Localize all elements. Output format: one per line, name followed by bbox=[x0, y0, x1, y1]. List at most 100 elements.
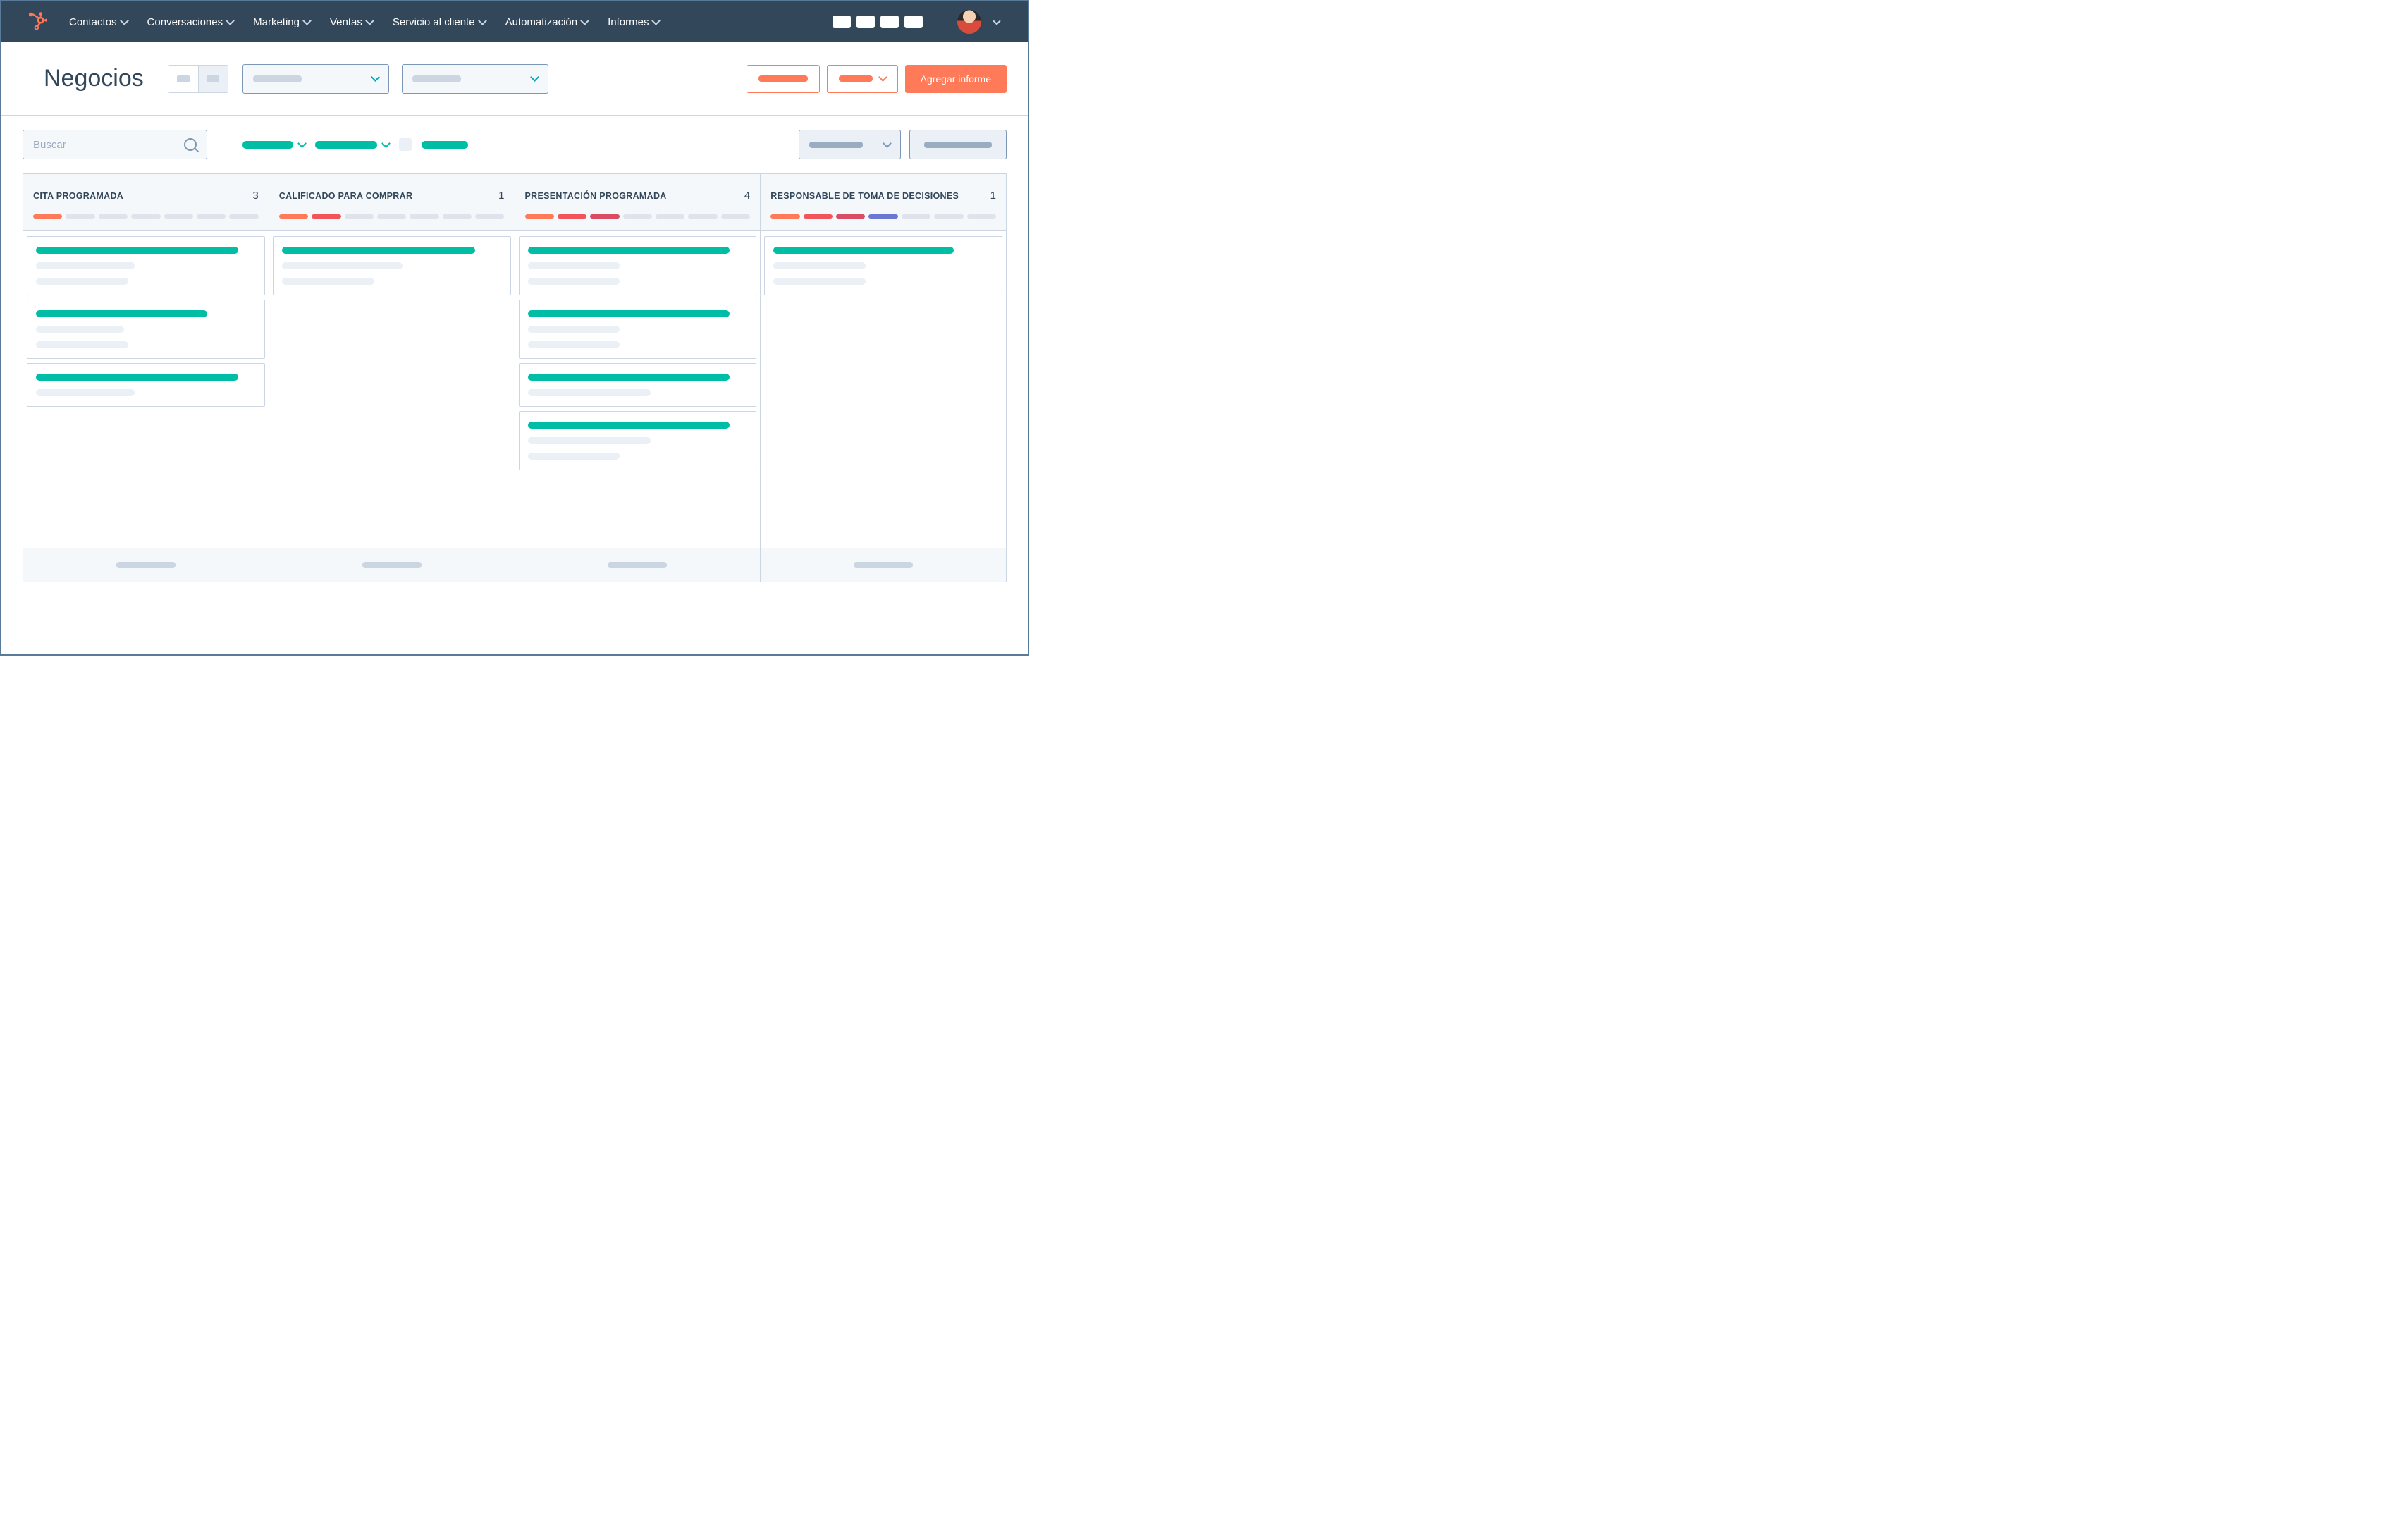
card-line bbox=[773, 247, 954, 254]
card-line bbox=[528, 341, 620, 348]
column-title: CALIFICADO PARA COMPRAR bbox=[279, 191, 413, 201]
filter-3[interactable] bbox=[422, 141, 468, 149]
deal-card[interactable] bbox=[27, 236, 265, 295]
nav-item-informes[interactable]: Informes bbox=[608, 16, 659, 28]
owner-select[interactable] bbox=[402, 64, 548, 94]
chevron-down-icon bbox=[530, 73, 539, 82]
column-body[interactable] bbox=[269, 231, 515, 548]
filter-1[interactable] bbox=[242, 141, 305, 149]
header-action-1[interactable] bbox=[747, 65, 820, 93]
card-line bbox=[528, 262, 620, 269]
nav-item-marketing[interactable]: Marketing bbox=[253, 16, 310, 28]
card-line bbox=[528, 247, 730, 254]
view-list-button[interactable] bbox=[168, 66, 198, 92]
stage-segment bbox=[804, 214, 833, 219]
nav-utilities bbox=[833, 10, 1000, 34]
card-line bbox=[528, 278, 620, 285]
card-line bbox=[528, 453, 620, 460]
deal-card[interactable] bbox=[519, 411, 757, 470]
chevron-down-icon bbox=[120, 16, 129, 25]
top-navigation: Contactos Conversaciones Marketing Venta… bbox=[1, 1, 1028, 42]
stage-segment bbox=[131, 214, 160, 219]
card-line bbox=[36, 389, 135, 396]
card-line bbox=[36, 374, 238, 381]
stage-segment bbox=[377, 214, 406, 219]
filter-2[interactable] bbox=[315, 141, 389, 149]
header-actions: Agregar informe bbox=[747, 65, 1007, 93]
pipeline-select[interactable] bbox=[242, 64, 389, 94]
kanban-column: RESPONSABLE DE TOMA DE DECISIONES1 bbox=[761, 173, 1007, 582]
stage-segment bbox=[558, 214, 586, 219]
deal-card[interactable] bbox=[273, 236, 511, 295]
card-line bbox=[36, 341, 128, 348]
chevron-down-icon bbox=[580, 16, 589, 25]
search-input[interactable] bbox=[33, 139, 160, 151]
nav-utility-1[interactable] bbox=[833, 16, 851, 28]
nav-utility-3[interactable] bbox=[880, 16, 899, 28]
deal-card[interactable] bbox=[519, 300, 757, 359]
nav-item-automatizacion[interactable]: Automatización bbox=[505, 16, 589, 28]
card-line bbox=[282, 278, 374, 285]
header-action-2[interactable] bbox=[827, 65, 898, 93]
nav-utility-4[interactable] bbox=[904, 16, 923, 28]
add-report-button[interactable]: Agregar informe bbox=[905, 65, 1007, 93]
nav-item-ventas[interactable]: Ventas bbox=[330, 16, 373, 28]
nav-utility-2[interactable] bbox=[856, 16, 875, 28]
placeholder bbox=[758, 75, 808, 82]
nav-label: Conversaciones bbox=[147, 16, 223, 28]
user-avatar[interactable] bbox=[957, 10, 981, 34]
nav-item-contactos[interactable]: Contactos bbox=[69, 16, 128, 28]
view-board-button[interactable] bbox=[198, 66, 228, 92]
column-body[interactable] bbox=[23, 231, 269, 548]
card-line bbox=[528, 437, 651, 444]
column-count: 1 bbox=[498, 190, 504, 202]
stage-segment bbox=[33, 214, 62, 219]
column-body[interactable] bbox=[515, 231, 761, 548]
column-body[interactable] bbox=[761, 231, 1006, 548]
stage-segment bbox=[770, 214, 799, 219]
stage-segment bbox=[475, 214, 504, 219]
deal-card[interactable] bbox=[27, 363, 265, 407]
stage-segment bbox=[312, 214, 340, 219]
placeholder bbox=[362, 562, 422, 568]
filter-checkbox[interactable] bbox=[399, 138, 412, 151]
nav-item-conversaciones[interactable]: Conversaciones bbox=[147, 16, 234, 28]
column-count: 4 bbox=[744, 190, 750, 202]
deal-card[interactable] bbox=[27, 300, 265, 359]
column-header: PRESENTACIÓN PROGRAMADA4 bbox=[515, 174, 761, 231]
filter-bar bbox=[242, 138, 468, 151]
chevron-down-icon bbox=[652, 16, 661, 25]
stage-segment bbox=[99, 214, 128, 219]
search-box[interactable] bbox=[23, 130, 207, 159]
chevron-down-icon bbox=[878, 73, 887, 82]
view-toggle bbox=[168, 65, 228, 93]
placeholder bbox=[422, 141, 468, 149]
placeholder bbox=[253, 75, 302, 82]
column-count: 1 bbox=[990, 190, 996, 202]
stage-segment bbox=[410, 214, 438, 219]
column-count: 3 bbox=[252, 190, 258, 202]
column-footer bbox=[515, 548, 761, 582]
kanban-board: CITA PROGRAMADA3CALIFICADO PARA COMPRAR1… bbox=[1, 173, 1028, 582]
hubspot-logo-icon[interactable] bbox=[27, 11, 48, 32]
chevron-down-icon bbox=[371, 73, 380, 82]
card-line bbox=[528, 310, 730, 317]
nav-item-servicio[interactable]: Servicio al cliente bbox=[393, 16, 486, 28]
stage-segment bbox=[345, 214, 374, 219]
stage-segment bbox=[902, 214, 930, 219]
sort-select[interactable] bbox=[799, 130, 901, 159]
deal-card[interactable] bbox=[764, 236, 1002, 295]
column-footer bbox=[23, 548, 269, 582]
stage-segment bbox=[934, 214, 963, 219]
chevron-down-icon[interactable] bbox=[993, 17, 1000, 25]
placeholder-icon bbox=[207, 75, 219, 82]
board-actions-button[interactable] bbox=[909, 130, 1007, 159]
deal-card[interactable] bbox=[519, 236, 757, 295]
deal-card[interactable] bbox=[519, 363, 757, 407]
card-line bbox=[528, 422, 730, 429]
search-icon bbox=[184, 138, 197, 151]
stage-segment bbox=[164, 214, 193, 219]
placeholder-icon bbox=[177, 75, 190, 82]
stage-segment bbox=[590, 214, 619, 219]
chevron-down-icon bbox=[226, 16, 235, 25]
